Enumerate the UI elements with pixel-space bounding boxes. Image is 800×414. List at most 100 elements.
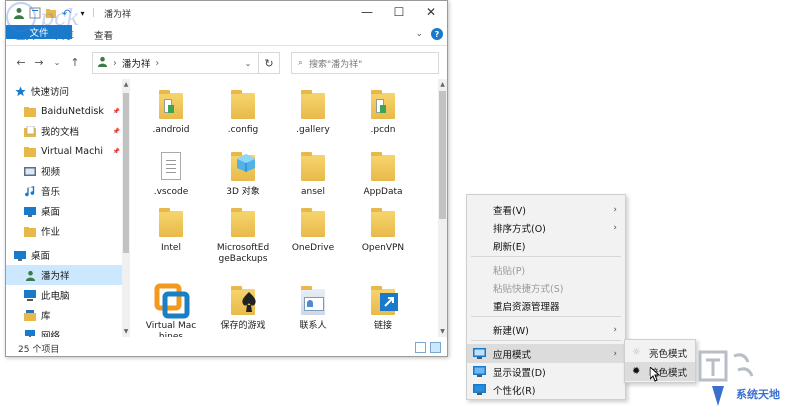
maximize-icon[interactable]: ☐ xyxy=(383,1,415,23)
expand-ribbon-icon[interactable]: ⌄ xyxy=(415,29,423,39)
folder-icon xyxy=(368,283,398,317)
context-menu-label: 个性化(R) xyxy=(493,385,536,397)
sidebar-item[interactable]: 潘为祥 xyxy=(6,265,124,285)
desktop-icon xyxy=(24,205,36,217)
library-icon xyxy=(24,309,36,321)
file-item[interactable]: 联系人 xyxy=(280,283,346,332)
sidebar-item[interactable]: BaiduNetdisk 📌 xyxy=(6,101,124,121)
large-icons-view-icon[interactable] xyxy=(430,342,441,353)
desktop-icon xyxy=(14,249,26,261)
search-input[interactable]: ⌕ 搜索"潘为祥" xyxy=(291,52,439,74)
file-item[interactable]: .config xyxy=(210,87,276,136)
sidebar-item[interactable]: 桌面 xyxy=(6,201,124,221)
sidebar-item[interactable]: 桌面 xyxy=(6,245,124,265)
search-icon: ⌕ xyxy=(298,58,304,68)
context-menu-label: 新建(W) xyxy=(493,325,529,337)
folder-icon xyxy=(24,225,36,237)
context-menu-label: 粘贴快捷方式(S) xyxy=(493,283,564,295)
status-bar: 25 个项目 xyxy=(6,338,447,356)
submenu-item[interactable]: ☼ 亮色模式 xyxy=(625,343,695,362)
context-menu-item[interactable]: 新建(W) › xyxy=(467,320,625,339)
context-menu-item[interactable]: 重启资源管理器 xyxy=(467,296,625,315)
video-icon xyxy=(24,165,36,177)
refresh-icon[interactable]: ↻ xyxy=(258,52,280,74)
sidebar-scrollbar[interactable]: ▲ ▼ xyxy=(122,79,130,337)
file-item[interactable]: OneDrive xyxy=(280,205,346,254)
navigation-bar: ← → ⌄ ↑ › 潘为祥 › ⌄ ↻ ⌕ 搜索"潘为祥" xyxy=(6,45,447,79)
file-list: .android .config .gallery .pcdn .vscode 3D 对象… xyxy=(134,79,436,337)
desktop-context-menu: 查看(V) › 排序方式(O) › 刷新(E) 粘贴(P) 粘贴快捷方式(S) 重启资源管理器… xyxy=(466,194,626,400)
app-mode-submenu: ☼ 亮色模式 ✹ 暗色模式 xyxy=(624,339,696,383)
sidebar-item-label: 库 xyxy=(41,311,51,322)
file-item[interactable]: 链接 xyxy=(350,283,416,332)
sidebar-item[interactable]: 快速访问 xyxy=(6,81,124,101)
sidebar-item[interactable]: 作业 xyxy=(6,221,124,241)
folder-icon xyxy=(228,205,258,239)
folder-icon xyxy=(156,87,186,121)
submenu-item[interactable]: ✹ 暗色模式 xyxy=(625,362,695,381)
folder-icon xyxy=(368,205,398,239)
sidebar-item[interactable]: Virtual Machi 📌 xyxy=(6,141,124,161)
file-item[interactable]: Intel xyxy=(138,205,204,254)
file-item[interactable]: MicrosoftEdgeBackups xyxy=(210,205,276,265)
file-item[interactable]: Virtual Machines xyxy=(138,283,204,337)
context-menu-item[interactable]: 查看(V) › xyxy=(467,200,625,219)
sidebar-item[interactable]: 视频 xyxy=(6,161,124,181)
context-menu-item[interactable]: 个性化(R) xyxy=(467,380,625,399)
close-icon[interactable]: ✕ xyxy=(415,1,447,23)
folder-icon xyxy=(24,105,36,117)
folder-icon xyxy=(368,149,398,183)
file-name: .config xyxy=(227,125,259,135)
context-menu-item[interactable]: 粘贴快捷方式(S) xyxy=(467,278,625,297)
file-name: OneDrive xyxy=(291,243,335,253)
folder-icon xyxy=(156,205,186,239)
file-item[interactable]: AppData xyxy=(350,149,416,198)
documents-icon xyxy=(24,125,36,137)
sidebar-item[interactable]: 网络 xyxy=(6,325,124,337)
ribbon-right-controls: ⌄ ? xyxy=(415,28,443,40)
file-item[interactable]: .gallery xyxy=(280,87,346,136)
sidebar-item-label: Virtual Machi xyxy=(41,145,103,157)
context-menu-item[interactable]: 刷新(E) xyxy=(467,236,625,255)
music-icon xyxy=(24,185,36,197)
pin-icon: 📌 xyxy=(112,147,120,155)
file-item[interactable]: .vscode xyxy=(138,149,204,198)
context-menu-label: 查看(V) xyxy=(493,205,526,217)
back-icon[interactable]: ← xyxy=(12,56,30,69)
folder-icon xyxy=(298,149,328,183)
sidebar-item[interactable]: 库 xyxy=(6,305,124,325)
content-scrollbar[interactable]: ▲ ▼ xyxy=(438,79,447,337)
up-icon[interactable]: ↑ xyxy=(66,56,84,69)
file-name: .vscode xyxy=(153,187,189,197)
context-menu-item[interactable]: 粘贴(P) xyxy=(467,260,625,279)
context-menu-item[interactable]: 应用模式 › xyxy=(467,344,625,363)
file-name: OpenVPN xyxy=(361,243,405,253)
context-menu-item[interactable]: 排序方式(O) › xyxy=(467,218,625,237)
star-icon xyxy=(14,85,26,97)
file-item[interactable]: 保存的游戏 xyxy=(210,283,276,332)
sidebar-item[interactable]: 音乐 xyxy=(6,181,124,201)
file-item[interactable]: ansel xyxy=(280,149,346,198)
help-icon[interactable]: ? xyxy=(431,28,443,40)
file-item[interactable]: 3D 对象 xyxy=(210,149,276,198)
details-view-icon[interactable] xyxy=(415,342,426,353)
context-menu-item[interactable]: 显示设置(D) xyxy=(467,362,625,381)
folder-icon xyxy=(298,87,328,121)
forward-icon[interactable]: → xyxy=(30,56,48,69)
file-item[interactable]: OpenVPN xyxy=(350,205,416,254)
sidebar-item-label: 此电脑 xyxy=(41,291,70,302)
recent-locations-icon[interactable]: ⌄ xyxy=(48,58,66,67)
file-item[interactable]: .android xyxy=(138,87,204,136)
chevron-right-icon: › xyxy=(113,57,117,69)
context-menu-label: 排序方式(O) xyxy=(493,223,546,235)
file-name: 3D 对象 xyxy=(226,187,260,197)
address-bar[interactable]: › 潘为祥 › xyxy=(92,52,259,74)
sidebar-item[interactable]: 我的文档 📌 xyxy=(6,121,124,141)
sidebar-item[interactable]: 此电脑 xyxy=(6,285,124,305)
minimize-icon[interactable]: — xyxy=(351,1,383,23)
sidebar-item-label: 潘为祥 xyxy=(41,271,70,282)
submenu-label: 亮色模式 xyxy=(649,348,688,360)
address-dropdown-icon[interactable]: ⌄ xyxy=(237,52,259,74)
file-name: 链接 xyxy=(373,321,392,331)
file-item[interactable]: .pcdn xyxy=(350,87,416,136)
